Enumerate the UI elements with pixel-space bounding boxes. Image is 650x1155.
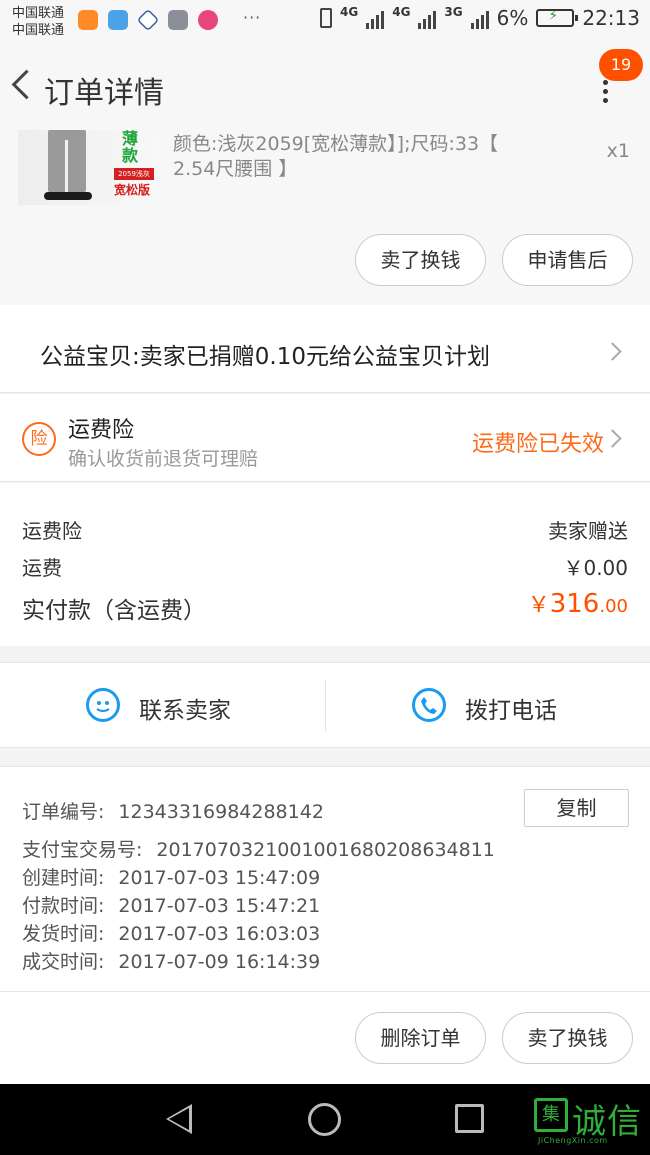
notification-icons — [78, 8, 218, 32]
order-number-value: 12343316984288142 — [118, 801, 324, 823]
back-button[interactable] — [8, 66, 38, 106]
contact-seller-label: 联系卖家 — [139, 698, 231, 724]
paid-time-key: 付款时间: — [22, 895, 105, 917]
watermark-box: 集 — [534, 1098, 568, 1132]
insurance-status: 运费险已失效 — [471, 432, 604, 457]
fee-summary: 运费险 卖家赠送 运费 ￥0.00 实付款（含运费） ￥316.00 — [0, 483, 650, 646]
sell-for-cash-button[interactable]: 卖了换钱 — [355, 234, 486, 286]
paid-time-value: 2017-07-03 15:47:21 — [118, 895, 321, 917]
order-number-key: 订单编号: — [22, 801, 105, 823]
shipped-time-row: 发货时间: 2017-07-03 16:03:03 — [22, 919, 320, 946]
title-bar: 订单详情 19 — [0, 44, 650, 130]
shipped-time-value: 2017-07-03 16:03:03 — [118, 923, 321, 945]
carrier-2: 中国联通 — [12, 23, 65, 38]
thumb-tag-thin: 薄款 — [122, 130, 139, 165]
watermark-subtext: JiChengXin.com — [538, 1136, 608, 1145]
insurance-title: 运费险 — [68, 418, 135, 443]
shoes-image — [44, 192, 92, 200]
contact-bar: 联系卖家 拨打电话 — [0, 662, 650, 748]
charging-bolt-icon: ⚡ — [548, 8, 559, 24]
created-time-row: 创建时间: 2017-07-03 15:47:09 — [22, 863, 320, 890]
battery-icon: ⚡ — [536, 8, 579, 27]
clock: 22:13 — [582, 6, 640, 30]
charity-text: 公益宝贝:卖家已捐赠0.10元给公益宝贝计划 — [40, 344, 490, 370]
thumb-tag-color: 2059浅灰 — [114, 168, 154, 180]
notification-badge: 19 — [599, 49, 643, 81]
paid-amount: ￥316.00 — [528, 587, 628, 619]
call-phone-button[interactable]: 拨打电话 — [326, 663, 650, 749]
signal-icon-3 — [470, 7, 489, 29]
signal-icon-2 — [418, 7, 437, 29]
network-type-2: 4G — [392, 5, 411, 19]
created-time-value: 2017-07-03 15:47:09 — [118, 867, 321, 889]
paid-currency: ￥ — [527, 593, 550, 618]
alipay-trade-value: 2017070321001001680208634811 — [156, 839, 495, 861]
system-indicators: 4G 4G 3G 6% ⚡ 22:13 — [320, 6, 640, 30]
delete-order-button[interactable]: 删除订单 — [355, 1012, 486, 1064]
request-after-sale-button[interactable]: 申请售后 — [502, 234, 633, 286]
charity-row[interactable]: 公益宝贝:卖家已捐赠0.10元给公益宝贝计划 — [0, 305, 650, 393]
network-type-3: 3G — [444, 5, 463, 19]
product-sku: 颜色:浅灰2059[宽松薄款】];尺码:33【 2.54尺腰围 】 — [173, 133, 499, 180]
thumb-tag-fit: 宽松版 — [114, 183, 151, 197]
health-app-icon — [108, 10, 128, 30]
created-time-key: 创建时间: — [22, 867, 105, 889]
alipay-trade-key: 支付宝交易号: — [22, 839, 143, 861]
gallery-icon — [168, 10, 188, 30]
battery-percent: 6% — [496, 6, 529, 30]
order-info: 订单编号: 12343316984288142 复制 支付宝交易号: 2017070… — [0, 766, 650, 992]
shipping-insurance-row[interactable]: 险 运费险 确认收货前退货可理赔 运费险已失效 — [0, 394, 650, 482]
phone-icon — [412, 688, 446, 722]
paid-label: 实付款（含运费） — [22, 598, 206, 624]
shipped-time-key: 发货时间: — [22, 923, 105, 945]
uc-browser-icon — [78, 10, 98, 30]
product-quantity: x1 — [606, 140, 630, 162]
completed-time-row: 成交时间: 2017-07-09 16:14:39 — [22, 947, 320, 974]
call-phone-label: 拨打电话 — [465, 698, 557, 724]
status-bar: 中国联通 中国联通 ··· 4G 4G 3G 6% ⚡ 22:13 — [0, 0, 650, 44]
chevron-right-icon — [603, 429, 622, 448]
signal-icon-1 — [366, 7, 385, 29]
paid-time-row: 付款时间: 2017-07-03 15:47:21 — [22, 891, 320, 918]
fee-value-insurance: 卖家赠送 — [548, 519, 628, 543]
insurance-subtitle: 确认收货前退货可理赔 — [68, 448, 259, 470]
fee-value-shipping: ￥0.00 — [563, 556, 628, 580]
more-notifications-icon: ··· — [243, 8, 262, 27]
paid-integer: 316 — [549, 589, 600, 619]
contact-seller-button[interactable]: 联系卖家 — [0, 663, 325, 749]
fee-label-insurance: 运费险 — [22, 519, 82, 543]
order-number-row: 订单编号: 12343316984288142 — [22, 797, 324, 824]
network-type-1: 4G — [340, 5, 359, 19]
product-card[interactable]: 薄款 2059浅灰 宽松版 颜色:浅灰2059[宽松薄款】];尺码:33【 2.… — [0, 130, 650, 305]
bottom-actions: 删除订单 卖了换钱 — [0, 992, 650, 1084]
completed-time-key: 成交时间: — [22, 951, 105, 973]
nav-recents-icon[interactable] — [455, 1104, 484, 1133]
watermark-logo: 集 诚信 JiChengXin.com — [530, 1090, 650, 1150]
nav-back-icon[interactable] — [166, 1104, 192, 1134]
pants-image — [48, 130, 86, 192]
carrier-1: 中国联通 — [12, 6, 65, 21]
system-nav-bar: 集 诚信 JiChengXin.com — [0, 1084, 650, 1155]
alipay-trade-row: 支付宝交易号: 2017070321001001680208634811 — [22, 835, 495, 862]
chat-face-icon — [86, 688, 120, 722]
insurance-icon: 险 — [22, 422, 56, 456]
page-title: 订单详情 — [44, 76, 164, 111]
paid-decimal: .00 — [599, 596, 628, 617]
nav-home-icon[interactable] — [308, 1103, 341, 1136]
copy-button[interactable]: 复制 — [524, 789, 629, 827]
carrier-info: 中国联通 中国联通 — [12, 5, 64, 39]
more-menu-icon[interactable] — [592, 78, 618, 108]
music-app-icon — [198, 10, 218, 30]
sell-for-cash-bottom-button[interactable]: 卖了换钱 — [502, 1012, 633, 1064]
completed-time-value: 2017-07-09 16:14:39 — [118, 951, 321, 973]
diamond-app-icon — [136, 8, 160, 32]
vibrate-icon — [320, 8, 333, 28]
chevron-right-icon — [603, 342, 622, 361]
fee-label-shipping: 运费 — [22, 556, 62, 580]
product-thumbnail[interactable]: 薄款 2059浅灰 宽松版 — [18, 130, 156, 205]
